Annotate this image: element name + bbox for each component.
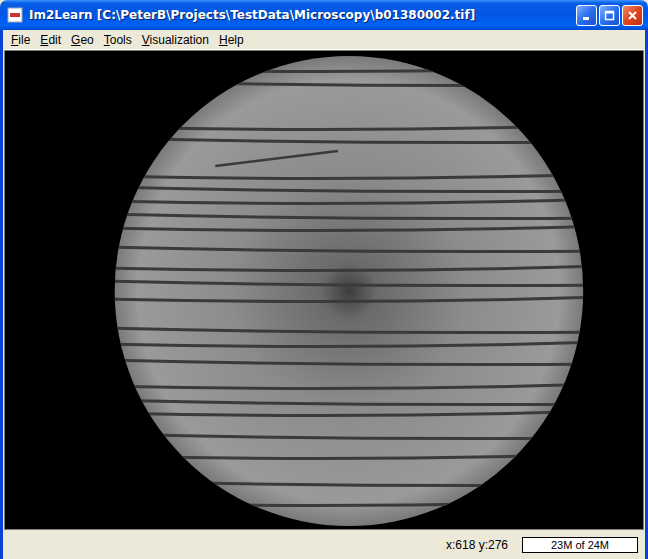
- menu-item[interactable]: Edit: [35, 33, 66, 47]
- minimize-icon: [581, 10, 592, 21]
- menu-item[interactable]: Help: [214, 33, 249, 47]
- maximize-button[interactable]: [599, 5, 620, 26]
- app-icon: [7, 7, 23, 23]
- menu-bar: FileEditGeoToolsVisualizationHelp: [3, 30, 645, 50]
- image-canvas[interactable]: [4, 50, 644, 530]
- caption-buttons: [576, 5, 643, 26]
- menu-item[interactable]: Geo: [66, 33, 99, 47]
- close-icon: [627, 10, 638, 21]
- cursor-coordinates: x:618 y:276: [446, 538, 508, 552]
- menu-item[interactable]: Tools: [99, 33, 137, 47]
- close-button[interactable]: [622, 5, 643, 26]
- status-bar: x:618 y:276 23M of 24M: [3, 530, 645, 559]
- menu-item[interactable]: File: [6, 33, 35, 47]
- app-window: Im2Learn [C:\PeterB\Projects\TestData\Mi…: [0, 0, 648, 559]
- minimize-button[interactable]: [576, 5, 597, 26]
- window-body: FileEditGeoToolsVisualizationHelp x:618 y…: [0, 30, 648, 559]
- memory-indicator: 23M of 24M: [522, 537, 638, 553]
- maximize-icon: [604, 10, 615, 21]
- microscopy-image: [5, 51, 643, 529]
- title-bar[interactable]: Im2Learn [C:\PeterB\Projects\TestData\Mi…: [0, 0, 648, 30]
- window-title: Im2Learn [C:\PeterB\Projects\TestData\Mi…: [29, 8, 570, 22]
- menu-item[interactable]: Visualization: [137, 33, 214, 47]
